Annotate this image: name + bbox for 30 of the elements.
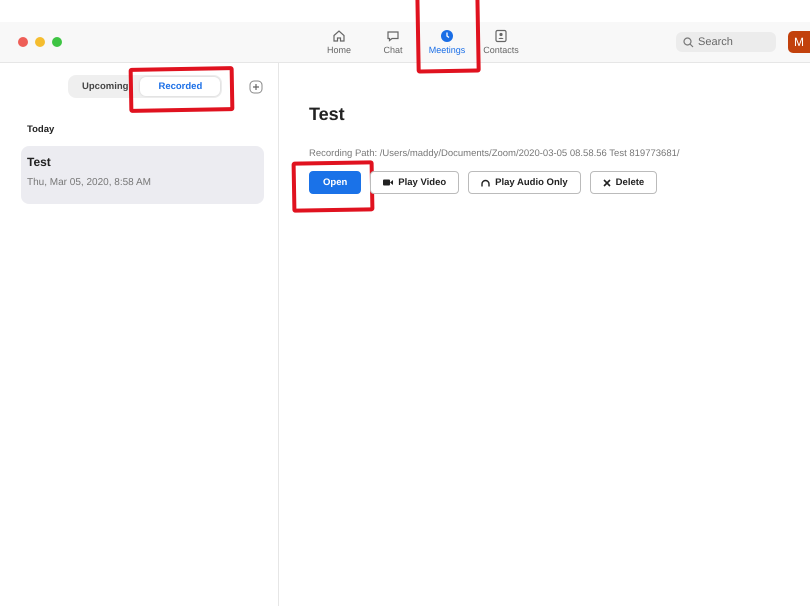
close-icon	[602, 178, 611, 186]
segment-tab[interactable]: Recorded	[140, 77, 220, 96]
camera-icon	[383, 179, 394, 186]
action-button[interactable]: Open	[309, 171, 362, 194]
minimize-button[interactable]	[35, 37, 45, 47]
recording-path: Recording Path: /Users/maddy/Documents/Zoom/2020-03-05 08.58.56 Test 819773681/	[309, 148, 681, 159]
chat-bubble-icon	[386, 29, 400, 43]
nav-tab[interactable]: Home	[312, 22, 366, 62]
recording-date: Thu, Mar 05, 2020, 8:58 AM	[27, 177, 152, 188]
clock-icon	[440, 29, 454, 43]
nav-tab[interactable]: Meetings	[420, 22, 474, 62]
zoom-button[interactable]	[52, 37, 62, 47]
search-icon	[683, 37, 694, 48]
nav-tab[interactable]: Contacts	[474, 22, 528, 62]
segment-tab[interactable]: Upcoming	[70, 77, 140, 96]
headphones-icon	[481, 178, 490, 186]
action-button[interactable]: Delete	[590, 171, 658, 194]
action-button[interactable]: Play Video	[370, 171, 460, 194]
close-button[interactable]	[18, 37, 28, 47]
add-icon[interactable]	[249, 80, 263, 94]
home-icon	[332, 29, 346, 43]
section-heading: Today	[27, 124, 56, 135]
recording-heading: Test	[309, 104, 346, 125]
recording-title: Test	[27, 155, 52, 169]
action-button[interactable]: Play Audio Only	[468, 171, 581, 194]
search-field[interactable]: Search	[676, 32, 776, 52]
nav-tab[interactable]: Chat	[366, 22, 420, 62]
contact-card-icon	[494, 29, 508, 43]
avatar[interactable]: M	[788, 31, 810, 53]
recording-item[interactable]: Test Thu, Mar 05, 2020, 8:58 AM	[21, 146, 264, 204]
